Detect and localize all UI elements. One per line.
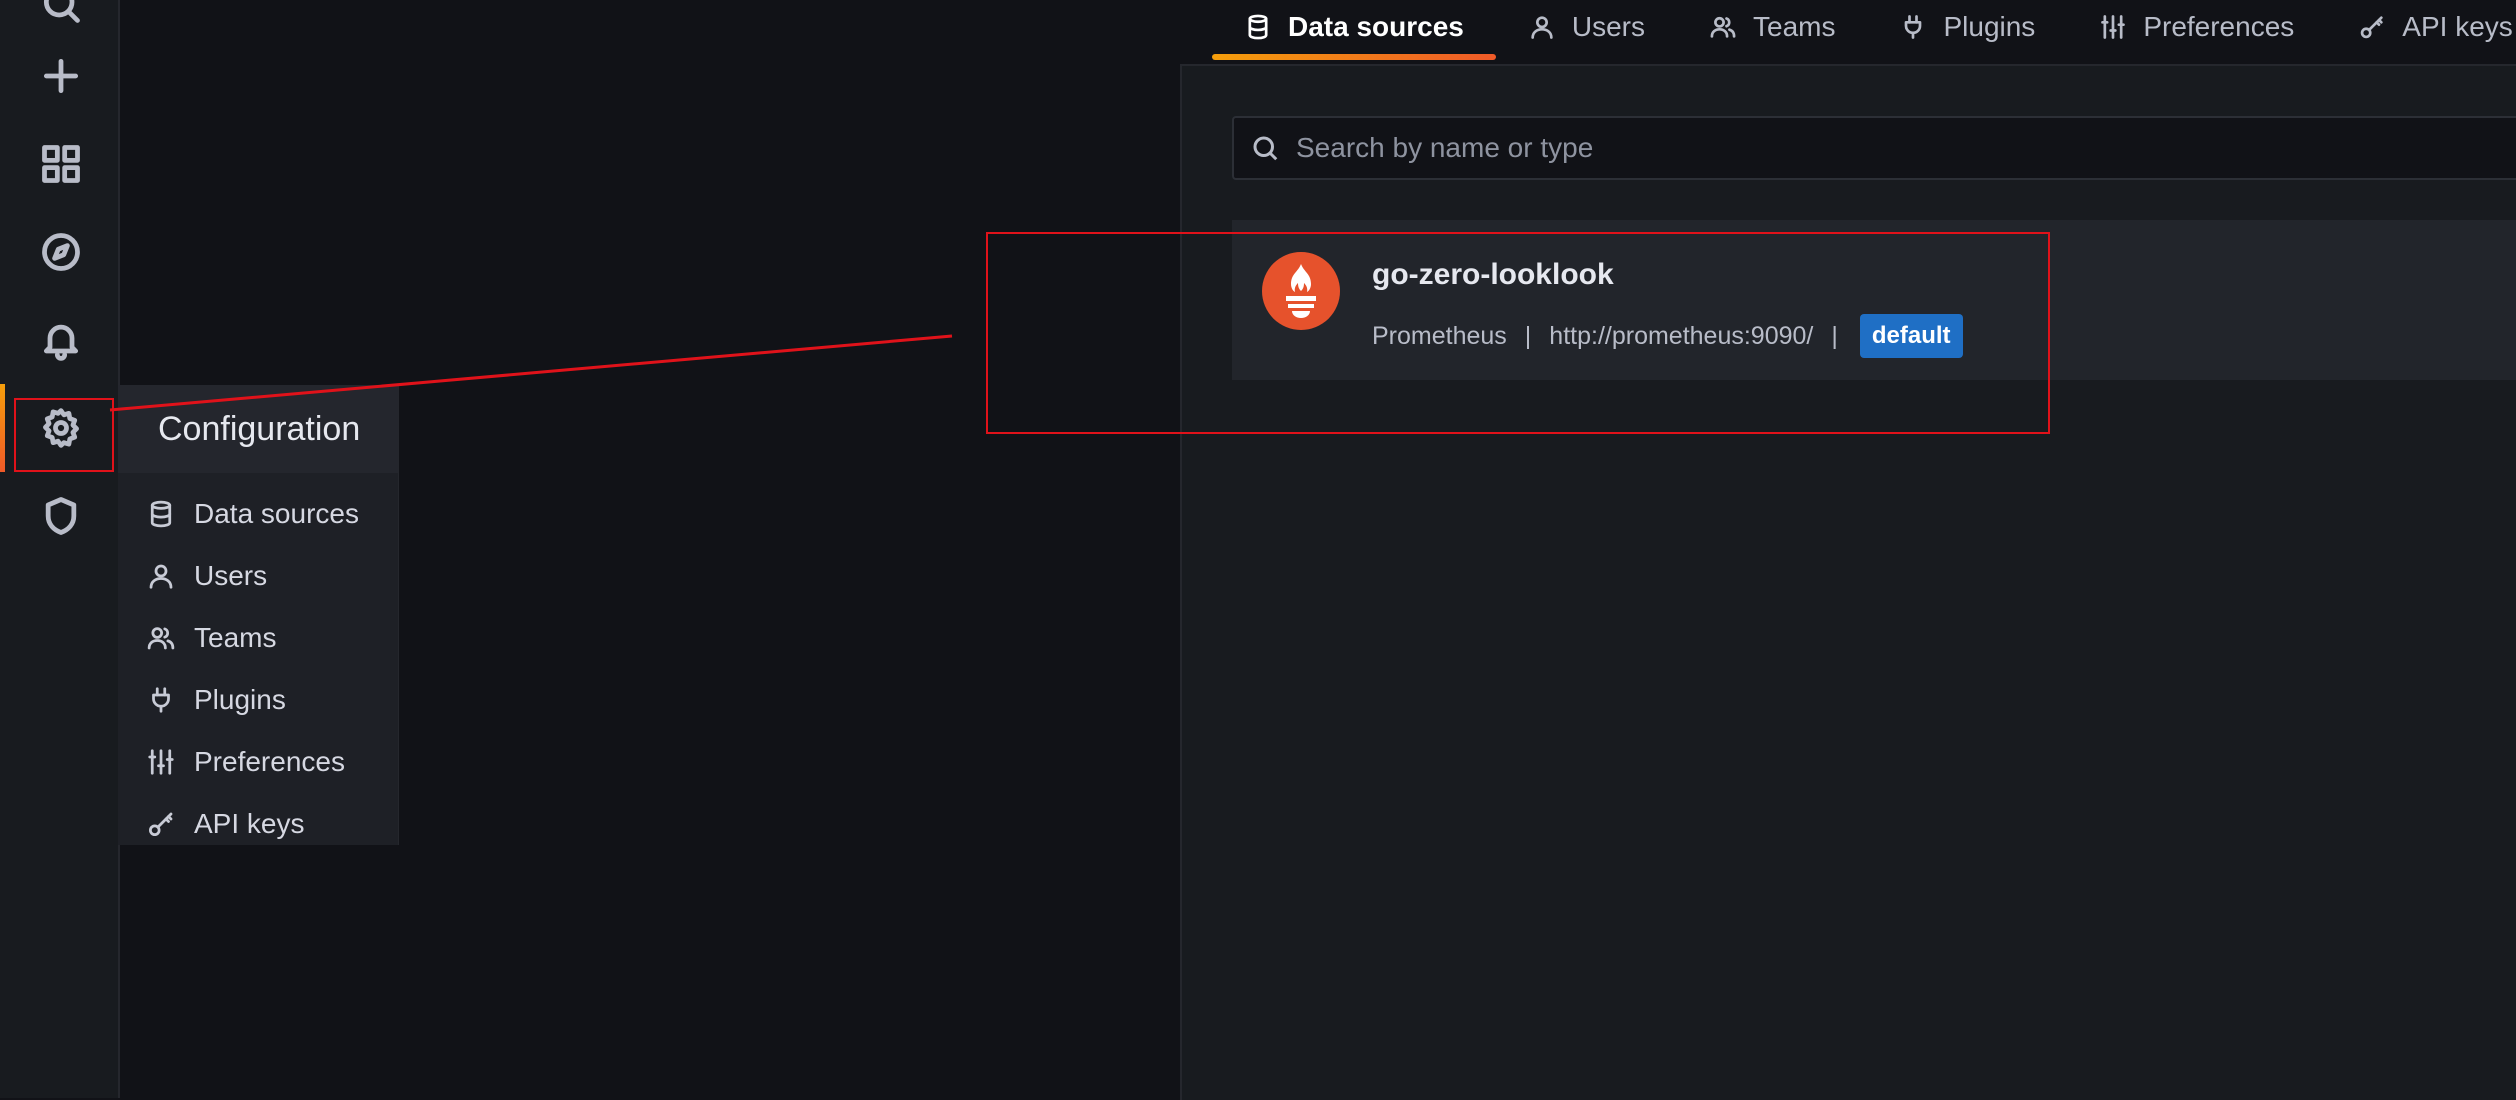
tab-api-keys[interactable]: API keys — [2326, 0, 2516, 54]
menu-item-plugins[interactable]: Plugins — [118, 669, 398, 731]
search-icon[interactable] — [35, 0, 87, 30]
plug-icon — [152, 687, 170, 713]
data-sources-panel: go-zero-looklook Prometheus | http://pro… — [1180, 64, 2516, 1100]
menu-item-label: API keys — [194, 808, 305, 839]
sliders-icon — [2101, 15, 2126, 39]
annotation-box-gear — [14, 398, 114, 472]
menu-item-preferences[interactable]: Preferences — [118, 731, 398, 793]
tab-users[interactable]: Users — [1496, 0, 1677, 54]
menu-item-label: Data sources — [194, 498, 359, 529]
side-nav — [0, 0, 120, 1098]
key-icon — [2361, 16, 2383, 39]
search-icon — [1253, 136, 1278, 161]
tab-label: Users — [1571, 11, 1645, 42]
explore-icon[interactable] — [35, 226, 87, 278]
user-icon — [149, 564, 173, 589]
plus-icon[interactable] — [35, 50, 87, 102]
menu-item-label: Preferences — [194, 746, 345, 777]
tab-label: Preferences — [2143, 11, 2295, 42]
tab-preferences[interactable]: Preferences — [2067, 0, 2326, 54]
teams-icon — [147, 627, 175, 650]
configuration-menu: Configuration Data sources Users Teams P… — [118, 385, 399, 845]
menu-item-label: Teams — [194, 622, 277, 653]
tab-label: Teams — [1753, 11, 1836, 42]
active-indicator — [0, 384, 5, 472]
menu-item-data-sources[interactable]: Data sources — [118, 483, 398, 545]
configuration-menu-title[interactable]: Configuration — [118, 385, 398, 473]
database-icon — [1248, 14, 1268, 40]
database-icon — [150, 500, 172, 528]
tab-teams[interactable]: Teams — [1677, 0, 1867, 54]
alerting-icon[interactable] — [35, 314, 87, 366]
menu-item-api-keys[interactable]: API keys — [118, 793, 398, 855]
tab-data-sources[interactable]: Data sources — [1212, 0, 1496, 60]
menu-item-label: Users — [194, 560, 268, 591]
shield-icon[interactable] — [35, 490, 87, 542]
key-icon — [149, 812, 173, 836]
sliders-icon — [148, 749, 174, 775]
tab-label: Plugins — [1943, 11, 2036, 42]
annotation-box-datasource — [986, 232, 2050, 434]
search-box[interactable] — [1232, 116, 2516, 180]
tab-label: API keys — [2402, 11, 2513, 42]
teams-icon — [1710, 16, 1736, 38]
tab-label: Data sources — [1288, 11, 1464, 42]
search-input[interactable] — [1294, 131, 2498, 165]
dashboards-icon[interactable] — [35, 138, 87, 190]
menu-item-label: Plugins — [194, 684, 286, 715]
menu-item-users[interactable]: Users — [118, 545, 398, 607]
plug-icon — [1905, 15, 1922, 39]
user-icon — [1531, 16, 1553, 39]
menu-item-teams[interactable]: Teams — [118, 607, 398, 669]
config-tabs: Data sources Users Teams Plugins Prefere… — [1212, 0, 2516, 64]
tab-plugins[interactable]: Plugins — [1867, 0, 2067, 54]
